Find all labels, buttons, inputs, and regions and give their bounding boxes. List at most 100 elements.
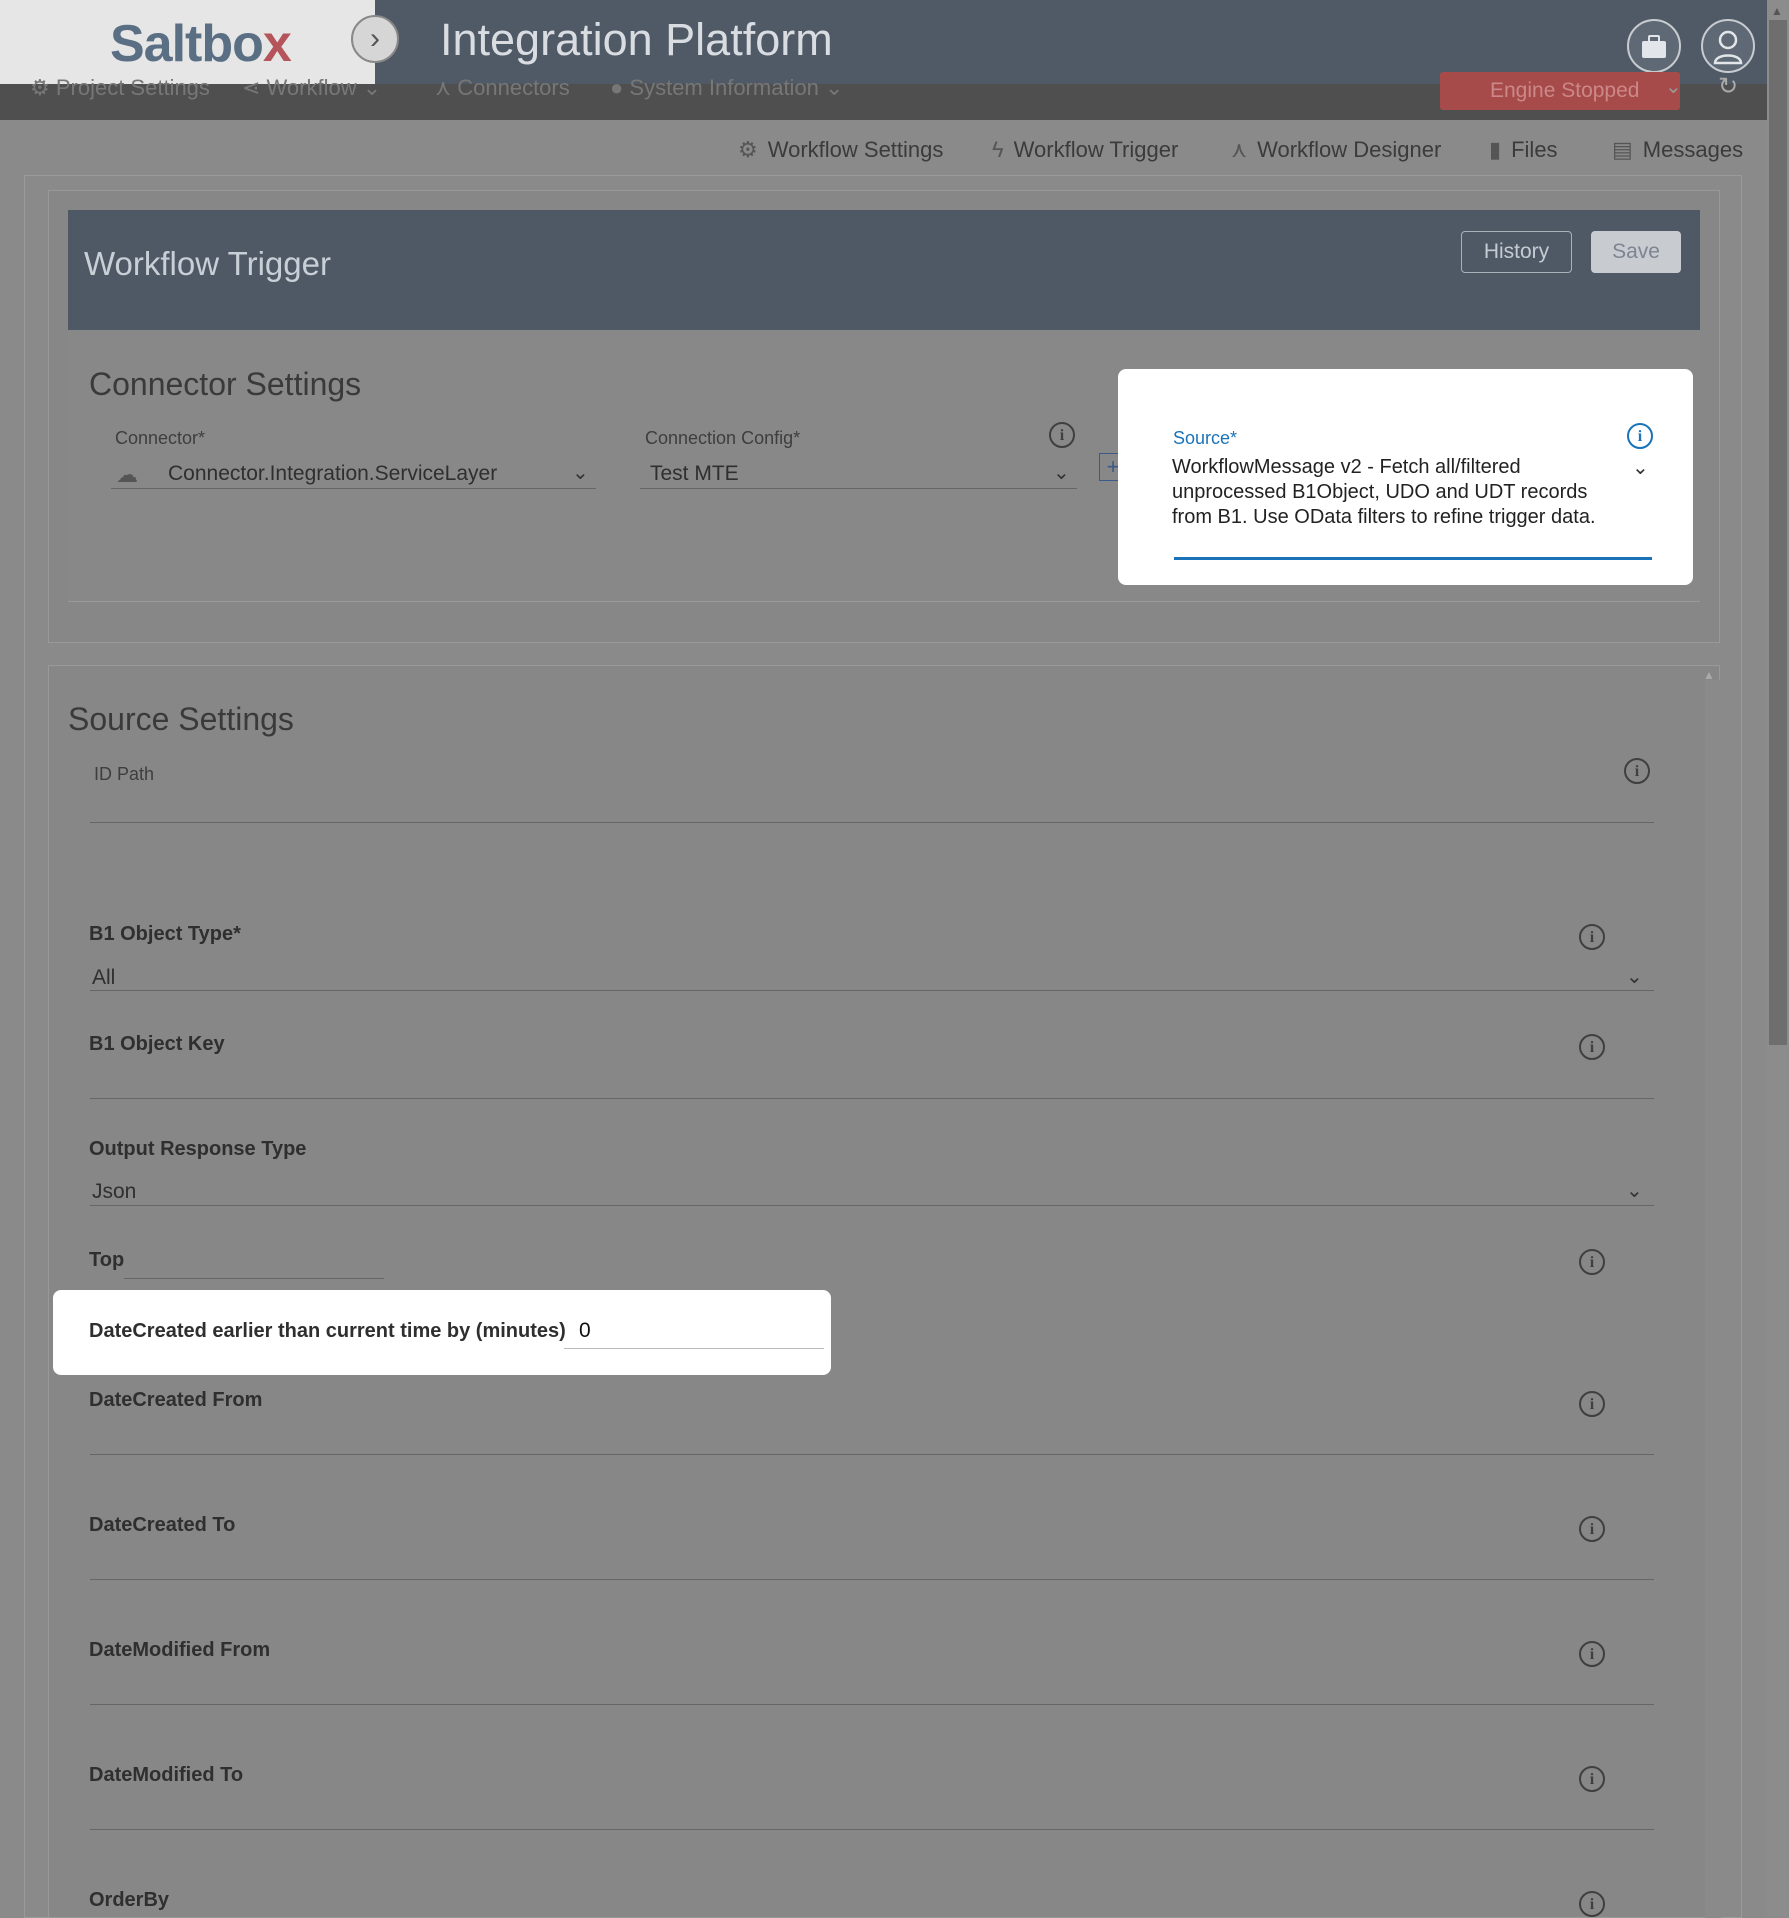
connector-select[interactable]: Connector.Integration.ServiceLayer bbox=[168, 462, 497, 486]
chevron-down-icon: ⌄ bbox=[818, 75, 844, 100]
datecreated-from-input[interactable] bbox=[90, 1454, 1654, 1455]
tab-workflow-designer[interactable]: ⋏ Workflow Designer bbox=[1231, 132, 1441, 168]
connection-config-label: Connection Config* bbox=[645, 428, 801, 448]
source-settings-title: Source Settings bbox=[68, 701, 294, 737]
b1-object-key-label: B1 Object Key bbox=[89, 1033, 225, 1055]
expand-sidebar-button[interactable]: › bbox=[351, 15, 399, 63]
nav-project-settings-label: Project Settings bbox=[55, 75, 210, 100]
info-icon[interactable]: i bbox=[1579, 924, 1605, 950]
info-icon[interactable]: i bbox=[1579, 1516, 1605, 1542]
nav-connectors[interactable]: ⋏ Connectors bbox=[435, 77, 570, 120]
connector-settings-title: Connector Settings bbox=[89, 366, 362, 402]
info-icon[interactable]: i bbox=[1579, 1249, 1605, 1275]
tab-workflow-trigger[interactable]: ϟ Workflow Trigger bbox=[992, 132, 1178, 168]
scroll-up-icon[interactable]: ▲ bbox=[1703, 668, 1715, 682]
user-button[interactable] bbox=[1701, 19, 1755, 73]
history-button[interactable]: History bbox=[1461, 231, 1572, 273]
connection-config-underline bbox=[640, 488, 1077, 489]
tab-workflow-designer-label: Workflow Designer bbox=[1257, 137, 1442, 162]
b1-object-key-input[interactable] bbox=[90, 1098, 1654, 1099]
share-icon: ⋖ bbox=[242, 75, 267, 100]
info-icon[interactable]: i bbox=[1624, 758, 1650, 784]
id-path-input[interactable] bbox=[90, 822, 1654, 823]
engine-status-button[interactable]: Engine Stopped bbox=[1440, 72, 1680, 110]
datemodified-from-input[interactable] bbox=[90, 1704, 1654, 1705]
page-title: Workflow Trigger bbox=[84, 245, 331, 282]
user-icon bbox=[1713, 30, 1743, 65]
output-response-type-select[interactable]: Json bbox=[92, 1180, 136, 1204]
tab-workflow-settings[interactable]: ⚙ Workflow Settings bbox=[738, 132, 943, 168]
connector-label: Connector* bbox=[115, 428, 206, 448]
chevron-down-icon[interactable]: ⌄ bbox=[572, 460, 589, 485]
connector-underline bbox=[111, 488, 596, 489]
b1-object-type-underline bbox=[90, 990, 1654, 991]
file-icon: ▮ bbox=[1489, 137, 1502, 162]
page-scroll-thumb[interactable] bbox=[1769, 20, 1787, 1045]
datecreated-earlier-label: DateCreated earlier than current time by… bbox=[89, 1320, 566, 1342]
app-title: Integration Platform bbox=[440, 14, 833, 65]
source-underline bbox=[1174, 557, 1652, 560]
output-response-type-label: Output Response Type bbox=[89, 1138, 307, 1160]
refresh-icon[interactable]: ↻ bbox=[1718, 72, 1738, 101]
tab-files[interactable]: ▮ Files bbox=[1489, 132, 1558, 168]
info-icon: ● bbox=[610, 75, 630, 100]
scroll-up-icon[interactable]: ▲ bbox=[1771, 4, 1783, 18]
datemodified-to-label: DateModified To bbox=[89, 1764, 244, 1786]
datemodified-from-label: DateModified From bbox=[89, 1639, 271, 1661]
briefcase-button[interactable] bbox=[1627, 19, 1681, 73]
chevron-down-icon[interactable]: ⌄ bbox=[1626, 964, 1643, 989]
inner-scrollbar[interactable] bbox=[1705, 680, 1721, 1918]
chevron-down-icon[interactable]: ⌄ bbox=[1632, 455, 1649, 480]
top-label: Top bbox=[89, 1249, 125, 1271]
gear-icon: ⚙ bbox=[30, 75, 56, 100]
tab-files-label: Files bbox=[1511, 137, 1558, 162]
source-select[interactable]: WorkflowMessage v2 - Fetch all/filtered … bbox=[1172, 455, 1607, 530]
info-icon[interactable]: i bbox=[1627, 423, 1653, 449]
info-icon[interactable]: i bbox=[1579, 1891, 1605, 1917]
chevron-down-icon: ⌄ bbox=[356, 75, 382, 100]
nav-workflow-label: Workflow bbox=[266, 75, 357, 100]
nav-project-settings[interactable]: ⚙ Project Settings bbox=[30, 77, 210, 120]
datecreated-earlier-input[interactable]: 0 bbox=[579, 1319, 591, 1343]
info-icon[interactable]: i bbox=[1579, 1641, 1605, 1667]
info-icon[interactable]: i bbox=[1579, 1391, 1605, 1417]
info-icon[interactable]: i bbox=[1049, 422, 1075, 448]
message-icon: ▤ bbox=[1612, 137, 1633, 162]
briefcase-icon bbox=[1642, 35, 1666, 58]
saltbox-logo: Saltbox bbox=[110, 15, 292, 73]
chevron-down-icon[interactable]: ⌄ bbox=[1053, 460, 1070, 485]
chevron-down-icon[interactable]: ⌄ bbox=[1626, 1178, 1643, 1203]
nav-system-information-label: System Information bbox=[629, 75, 819, 100]
datecreated-to-input[interactable] bbox=[90, 1579, 1654, 1580]
id-path-label: ID Path bbox=[94, 764, 155, 784]
connectors-icon: ⋏ bbox=[435, 75, 458, 100]
info-icon[interactable]: i bbox=[1579, 1766, 1605, 1792]
chevron-right-icon: › bbox=[370, 22, 380, 55]
tab-messages-label: Messages bbox=[1642, 137, 1744, 162]
orderby-label: OrderBy bbox=[89, 1889, 170, 1911]
nav-workflow[interactable]: ⋖ Workflow ⌄ bbox=[242, 77, 381, 120]
datecreated-from-label: DateCreated From bbox=[89, 1389, 263, 1411]
tab-workflow-trigger-label: Workflow Trigger bbox=[1013, 137, 1179, 162]
engine-dropdown-icon[interactable]: ⌄ bbox=[1665, 74, 1682, 99]
nav-system-information[interactable]: ● System Information ⌄ bbox=[610, 77, 843, 120]
nav-connectors-label: Connectors bbox=[457, 75, 570, 100]
info-icon[interactable]: i bbox=[1579, 1034, 1605, 1060]
sitemap-icon: ⋏ bbox=[1231, 137, 1248, 162]
save-button[interactable]: Save bbox=[1591, 231, 1681, 273]
source-label: Source* bbox=[1173, 428, 1238, 448]
tab-workflow-settings-label: Workflow Settings bbox=[767, 137, 944, 162]
lightning-icon: ϟ bbox=[992, 137, 1004, 162]
datecreated-earlier-underline bbox=[564, 1348, 824, 1349]
engine-status-label: Engine Stopped bbox=[1490, 79, 1640, 102]
b1-object-type-label: B1 Object Type* bbox=[89, 923, 241, 945]
datecreated-to-label: DateCreated To bbox=[89, 1514, 236, 1536]
gear-icon: ⚙ bbox=[738, 137, 758, 162]
top-input[interactable] bbox=[124, 1278, 384, 1279]
connection-config-select[interactable]: Test MTE bbox=[650, 462, 739, 486]
b1-object-type-select[interactable]: All bbox=[92, 966, 115, 990]
datemodified-to-input[interactable] bbox=[90, 1829, 1654, 1830]
tab-messages[interactable]: ▤ Messages bbox=[1612, 132, 1743, 168]
output-response-type-underline bbox=[90, 1205, 1654, 1206]
cloud-icon: ☁ bbox=[116, 462, 138, 487]
